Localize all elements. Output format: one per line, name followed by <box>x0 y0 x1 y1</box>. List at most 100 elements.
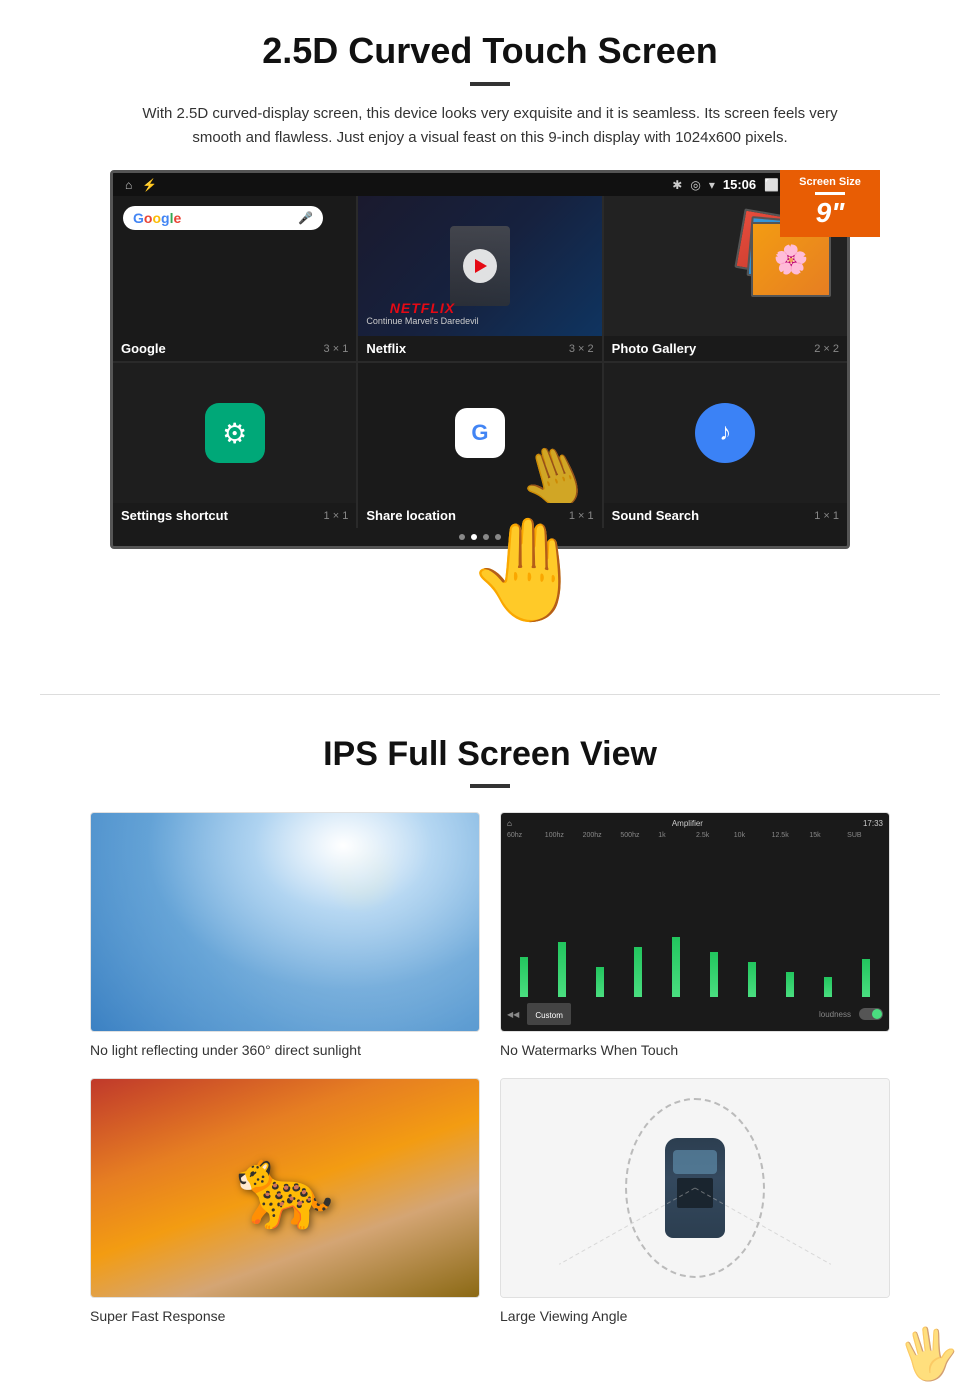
amp-time: 17:33 <box>863 819 883 828</box>
section1-description: With 2.5D curved-display screen, this de… <box>140 102 840 150</box>
netflix-subtitle-text: Continue Marvel's Daredevil <box>366 316 478 326</box>
screen-size-badge: Screen Size 9" <box>780 170 880 237</box>
maps-g-letter: G <box>471 420 488 446</box>
eq-bar-4 <box>621 843 655 997</box>
sound-search-cell[interactable]: ♪ Sound Search 1 × 1 <box>604 363 847 528</box>
eq-bar-6-fill <box>710 952 718 997</box>
eq-bar-2 <box>545 843 579 997</box>
eq-bar-10 <box>849 843 883 997</box>
google-size: 3 × 1 <box>324 343 349 355</box>
feature-grid: No light reflecting under 360° direct su… <box>60 812 920 1324</box>
sound-size: 1 × 1 <box>814 510 839 522</box>
freq-10k: 10k <box>734 832 770 839</box>
dot-4[interactable] <box>495 534 501 540</box>
sunlight-overlay <box>91 813 479 1031</box>
eq-bar-1 <box>507 843 541 997</box>
amp-loudness-label: loudness <box>579 1010 851 1019</box>
photo-size: 2 × 2 <box>814 343 839 355</box>
amp-custom-label: Custom <box>535 1011 563 1020</box>
android-screen: ⌂ ⚡ ✱ ◎ ▾ 15:06 ⬜ ◁ ▣ ▭ <box>110 170 850 549</box>
section2-title: IPS Full Screen View <box>60 735 920 774</box>
eq-bar-7-fill <box>748 962 756 997</box>
title-underline <box>470 82 510 86</box>
eq-bar-2-fill <box>558 942 566 997</box>
netflix-size: 3 × 2 <box>569 343 594 355</box>
google-search-bar[interactable]: Google 🎤 <box>123 206 323 230</box>
play-triangle-icon <box>475 259 487 273</box>
eq-bar-3-fill <box>596 967 604 997</box>
badge-size-value: 9" <box>816 197 845 228</box>
freq-1k: 1k <box>658 832 694 839</box>
netflix-logo-text: NETFLIX <box>366 300 478 316</box>
dot-3[interactable] <box>483 534 489 540</box>
freq-2k5: 2.5k <box>696 832 732 839</box>
status-bar-left: ⌂ ⚡ <box>125 178 157 192</box>
share-cell-content: G 🤚 <box>358 363 601 503</box>
google-label: Google <box>121 341 166 356</box>
netflix-info: NETFLIX Continue Marvel's Daredevil <box>366 300 478 326</box>
freq-100: 100hz <box>545 832 581 839</box>
photo-label: Photo Gallery <box>612 341 697 356</box>
settings-icon: ⚙ <box>205 403 265 463</box>
camera-icon[interactable]: ⬜ <box>764 178 779 192</box>
amplifier-image: ⌂ Amplifier 17:33 60hz 100hz 200hz 500hz… <box>500 812 890 1032</box>
amp-freq-labels: 60hz 100hz 200hz 500hz 1k 2.5k 10k 12.5k… <box>507 832 883 839</box>
amp-arrow-left[interactable]: ◀◀ <box>507 1010 519 1019</box>
eq-bar-3 <box>583 843 617 997</box>
pagination-dots <box>113 528 847 546</box>
play-button[interactable] <box>463 249 497 283</box>
section1-title: 2.5D Curved Touch Screen <box>60 30 920 72</box>
eq-bar-8-fill <box>786 972 794 997</box>
eq-bar-5 <box>659 843 693 997</box>
amp-home-icon: ⌂ <box>507 819 512 828</box>
feature-car: Large Viewing Angle <box>500 1078 890 1324</box>
cheetah-caption: Super Fast Response <box>90 1308 480 1324</box>
usb-icon: ⚡ <box>142 178 157 192</box>
freq-60: 60hz <box>507 832 543 839</box>
status-bar: ⌂ ⚡ ✱ ◎ ▾ 15:06 ⬜ ◁ ▣ ▭ <box>113 173 847 196</box>
google-cell-content: Google 🎤 <box>113 196 356 336</box>
photo-label-row: Photo Gallery 2 × 2 <box>604 336 847 361</box>
status-time: 15:06 <box>723 177 756 192</box>
cheetah-icon: 🐆 <box>235 1141 335 1235</box>
mic-icon[interactable]: 🎤 <box>298 211 313 225</box>
car-roof <box>677 1178 713 1208</box>
share-location-cell[interactable]: G 🤚 Share location 1 × 1 <box>358 363 601 528</box>
google-logo: Google <box>133 210 181 226</box>
settings-size: 1 × 1 <box>324 510 349 522</box>
eq-bar-7 <box>735 843 769 997</box>
section2-underline <box>470 784 510 788</box>
sound-label: Sound Search <box>612 508 699 523</box>
wifi-icon: ▾ <box>709 178 715 192</box>
spacer-1 <box>0 564 980 664</box>
badge-label-text: Screen Size <box>788 176 872 188</box>
netflix-app-cell[interactable]: NETFLIX Continue Marvel's Daredevil Netf… <box>358 196 601 361</box>
amp-bottom-controls: ◀◀ Custom loudness <box>507 997 883 1025</box>
amp-custom-btn[interactable]: Custom <box>527 1003 571 1025</box>
sound-search-icon: ♪ <box>695 403 755 463</box>
feature-cheetah: 🐆 Super Fast Response <box>90 1078 480 1324</box>
sound-cell-content: ♪ <box>604 363 847 503</box>
share-size: 1 × 1 <box>569 510 594 522</box>
eq-bars-container <box>507 843 883 997</box>
netflix-label-row: Netflix 3 × 2 <box>358 336 601 361</box>
eq-bar-9 <box>811 843 845 997</box>
amp-toggle-dot <box>872 1009 882 1019</box>
home-icon[interactable]: ⌂ <box>125 178 132 192</box>
amp-loudness-toggle[interactable] <box>859 1008 883 1020</box>
bluetooth-icon: ✱ <box>672 178 682 192</box>
cheetah-image: 🐆 <box>90 1078 480 1298</box>
google-app-cell[interactable]: Google 🎤 Google 3 × 1 <box>113 196 356 361</box>
eq-bar-9-fill <box>824 977 832 997</box>
sunlight-caption: No light reflecting under 360° direct su… <box>90 1042 480 1058</box>
netflix-cell-content: NETFLIX Continue Marvel's Daredevil <box>358 196 601 336</box>
app-grid: Google 🎤 Google 3 × 1 <box>113 196 847 528</box>
eq-bar-8 <box>773 843 807 997</box>
dot-2[interactable] <box>471 534 477 540</box>
freq-15k: 15k <box>809 832 845 839</box>
freq-200: 200hz <box>583 832 619 839</box>
dot-1[interactable] <box>459 534 465 540</box>
settings-cell[interactable]: ⚙ Settings shortcut 1 × 1 <box>113 363 356 528</box>
sound-label-row: Sound Search 1 × 1 <box>604 503 847 528</box>
car-visual <box>501 1079 889 1297</box>
